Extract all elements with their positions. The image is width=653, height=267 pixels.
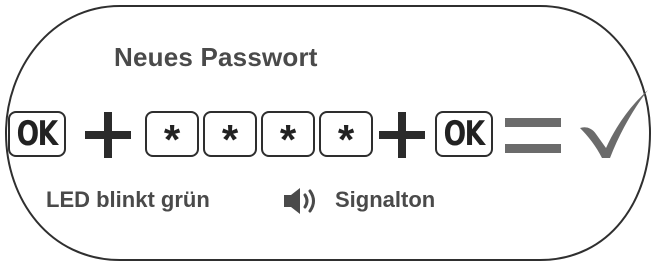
- ok-key-label: OK: [17, 114, 59, 154]
- star-key-label: *: [221, 116, 239, 163]
- star-key-2: *: [203, 111, 257, 161]
- star-key-4: *: [319, 111, 373, 161]
- led-status-text: LED blinkt grün: [46, 187, 210, 212]
- star-key-1: *: [145, 111, 199, 161]
- sound-status-text: Signalton: [335, 187, 436, 212]
- equals-icon: [505, 118, 561, 154]
- star-key-label: *: [279, 116, 297, 163]
- plus-icon: [85, 112, 131, 158]
- ok-key-end: OK: [435, 111, 493, 157]
- star-key-label: *: [337, 116, 355, 163]
- ok-key-label: OK: [444, 114, 486, 154]
- plus-icon: [379, 112, 425, 158]
- star-key-label: *: [163, 116, 181, 163]
- checkmark-icon: [580, 90, 648, 158]
- ok-key-start: OK: [8, 111, 66, 157]
- page-title: Neues Passwort: [114, 42, 318, 72]
- star-key-3: *: [261, 111, 315, 161]
- speaker-icon: [284, 188, 315, 214]
